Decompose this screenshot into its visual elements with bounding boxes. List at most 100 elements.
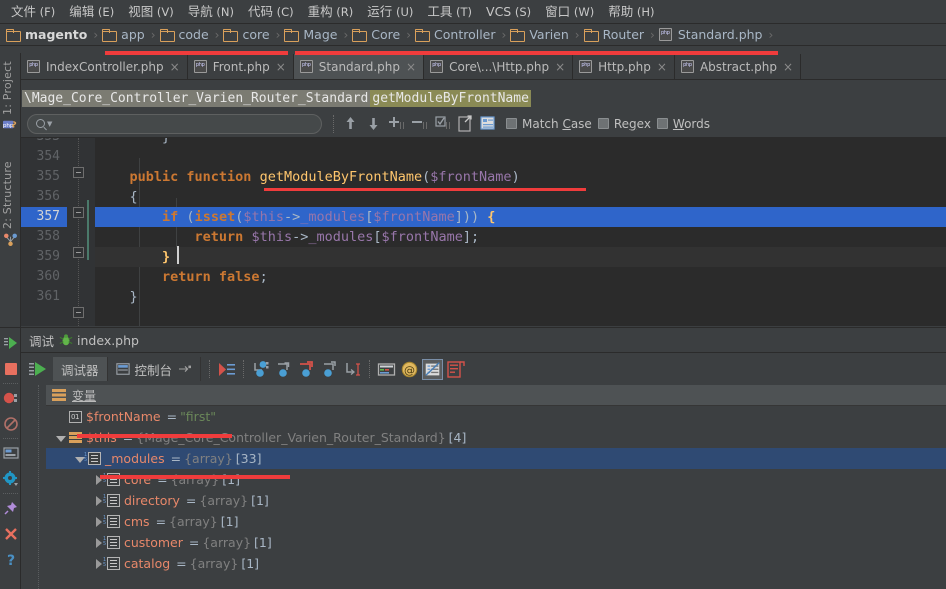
breadcrumb-item-router[interactable]: Router — [583, 27, 646, 42]
editor-tab-3[interactable]: Core\...\Http.php× — [424, 54, 574, 79]
filter-icon[interactable] — [478, 113, 499, 134]
close-icon[interactable]: × — [553, 61, 565, 73]
search-field-wrapper[interactable]: ▼ — [27, 113, 322, 134]
variable-row[interactable]: 1 5 customer = {array} [1] — [46, 532, 946, 553]
sidebar-item-project[interactable]: 1: Project — [1, 57, 20, 115]
menu-item-10[interactable]: 窗口 (W) — [538, 1, 601, 23]
breadcrumb-item-controller[interactable]: Controller — [415, 27, 498, 42]
code-line-354[interactable]: 354 — [21, 147, 946, 167]
force-step-into-icon[interactable] — [296, 359, 317, 380]
editor-tab-4[interactable]: Http.php × — [573, 54, 675, 79]
find-previous-icon[interactable] — [340, 113, 361, 134]
stop-icon[interactable] — [3, 361, 19, 377]
menu-item-6[interactable]: 重构 (R) — [301, 1, 361, 23]
add-selection-icon[interactable] — [386, 113, 407, 134]
match-case-checkbox[interactable] — [506, 118, 517, 129]
tab-console[interactable]: 控制台 — [108, 357, 202, 381]
menu-item-7[interactable]: 运行 (U) — [360, 1, 420, 23]
words-checkbox[interactable] — [656, 118, 668, 129]
toolbar-divider-1 — [333, 114, 334, 133]
help-icon[interactable]: ? — [3, 552, 19, 568]
variable-row[interactable]: 15core={array}[1] — [46, 469, 946, 490]
restore-layout-side-icon[interactable] — [3, 445, 19, 461]
open-in-find-window-icon[interactable] — [455, 113, 476, 134]
close-icon[interactable]: × — [168, 61, 180, 73]
settings-layout-icon[interactable] — [445, 359, 466, 380]
menu-item-1[interactable]: 文件 (F) — [4, 1, 62, 23]
menu-item-9[interactable]: VCS (S) — [479, 1, 538, 23]
menu-item-8[interactable]: 工具 (T) — [420, 1, 479, 23]
menu-item-2[interactable]: 编辑 (E) — [62, 1, 121, 23]
resume-program-icon[interactable] — [27, 358, 49, 380]
code-line-359[interactable]: 359 } — [21, 247, 946, 267]
close-icon[interactable]: × — [274, 61, 286, 73]
evaluate-expression-icon[interactable] — [376, 359, 397, 380]
view-breakpoints-icon[interactable] — [3, 390, 19, 406]
editor-tab-label: Standard.php — [318, 59, 401, 74]
code-token: if — [162, 209, 179, 225]
folder-icon — [223, 29, 239, 42]
editor-tab-0[interactable]: IndexController.php × — [21, 54, 188, 79]
breadcrumb-item-standard-php[interactable]: Standard.php — [658, 27, 765, 42]
code-line-353[interactable]: 353 } — [21, 138, 946, 147]
tab-console-label: 控制台 — [134, 362, 173, 378]
close-icon[interactable]: × — [404, 61, 416, 73]
show-execution-point-icon[interactable] — [216, 359, 237, 380]
breadcrumb-item-app[interactable]: app — [102, 27, 147, 42]
variable-row[interactable]: 1 5 directory = {array} [1] — [46, 490, 946, 511]
step-into-icon[interactable] — [273, 359, 294, 380]
find-next-icon[interactable] — [363, 113, 384, 134]
menu-item-5[interactable]: 代码 (C) — [241, 1, 301, 23]
variables-panel[interactable]: 变量 $frontName="first"$this={Mage_Core_Co… — [46, 385, 946, 589]
close-icon[interactable]: × — [781, 61, 793, 73]
breadcrumb-item-mage[interactable]: Mage — [284, 27, 339, 42]
code-line-361[interactable]: 361 } — [21, 287, 946, 307]
restore-layout-icon[interactable] — [178, 363, 192, 375]
code-text: } — [95, 247, 946, 267]
step-over-icon[interactable] — [250, 359, 271, 380]
mute-breakpoints-icon[interactable] — [422, 358, 444, 380]
editor-tab-bar: IndexController.php×Front.php×Standard.p… — [21, 53, 946, 80]
step-out-icon[interactable] — [319, 359, 340, 380]
breadcrumb-item-magento[interactable]: magento — [6, 27, 89, 42]
variables-list[interactable]: $frontName="first"$this={Mage_Core_Contr… — [46, 406, 946, 574]
close-icon[interactable]: × — [655, 61, 667, 73]
fold-marker-361[interactable] — [73, 307, 84, 318]
sidebar-item-structure[interactable]: 2: Structure — [1, 153, 20, 229]
regex-checkbox[interactable] — [597, 118, 609, 129]
variable-row[interactable]: $frontName ="first" — [46, 406, 946, 427]
breadcrumb-item-code[interactable]: code — [159, 27, 211, 42]
mute-breakpoints-side-icon[interactable] — [3, 416, 19, 432]
chevron-down-icon[interactable] — [54, 431, 68, 445]
at-breakpoint-icon[interactable]: @ — [399, 359, 420, 380]
code-line-360[interactable]: 360 return false; — [21, 267, 946, 287]
tab-debugger[interactable]: 调试器 — [53, 357, 108, 381]
code-line-358[interactable]: 358 return $this->_modules[$frontName]; — [21, 227, 946, 247]
variable-row[interactable]: 1 5 cms = {array} [1] — [46, 511, 946, 532]
code-editor[interactable]: 353 } 354 355 public function getModuleByF… — [21, 138, 946, 326]
settings-gear-icon[interactable] — [3, 471, 19, 487]
variable-row[interactable]: 1 5 catalog = {array} [1] — [46, 553, 946, 574]
menu-item-3[interactable]: 视图 (V) — [121, 1, 181, 23]
menu-item-11[interactable]: 帮助 (H) — [601, 1, 661, 23]
close-tab-icon[interactable] — [3, 526, 19, 542]
phpstorm-window: 文件 (F) 编辑 (E) 视图 (V) 导航 (N) 代码 (C) 重构 (R) 运行 (… — [0, 0, 946, 589]
remove-selection-icon[interactable] — [409, 113, 430, 134]
breadcrumb-item-varien[interactable]: Varien — [510, 27, 570, 42]
rerun-icon[interactable] — [3, 335, 19, 351]
editor-tab-5[interactable]: Abstract.php × — [674, 54, 802, 79]
breadcrumb-separator: › — [406, 27, 412, 42]
variable-row[interactable]: 1 5 _modules = {array} [33] — [46, 448, 946, 469]
select-all-occurrences-icon[interactable] — [432, 113, 453, 134]
breadcrumb-item-core[interactable]: Core — [352, 27, 402, 42]
code-line-357[interactable]: 357 if (isset($this->_modules[$frontName… — [21, 207, 946, 227]
editor-tab-2[interactable]: Standard.php× — [293, 54, 425, 79]
breadcrumb-item-core[interactable]: core — [223, 27, 271, 42]
editor-tab-1[interactable]: Front.php × — [187, 54, 294, 79]
menu-item-4[interactable]: 导航 (N) — [181, 1, 241, 23]
run-to-cursor-icon[interactable] — [342, 359, 363, 380]
search-input[interactable] — [52, 116, 313, 131]
line-number: 358 — [36, 229, 60, 244]
pin-tab-icon[interactable] — [3, 500, 19, 516]
code-line-355[interactable]: 355 public function getModuleByFrontName… — [21, 167, 946, 187]
